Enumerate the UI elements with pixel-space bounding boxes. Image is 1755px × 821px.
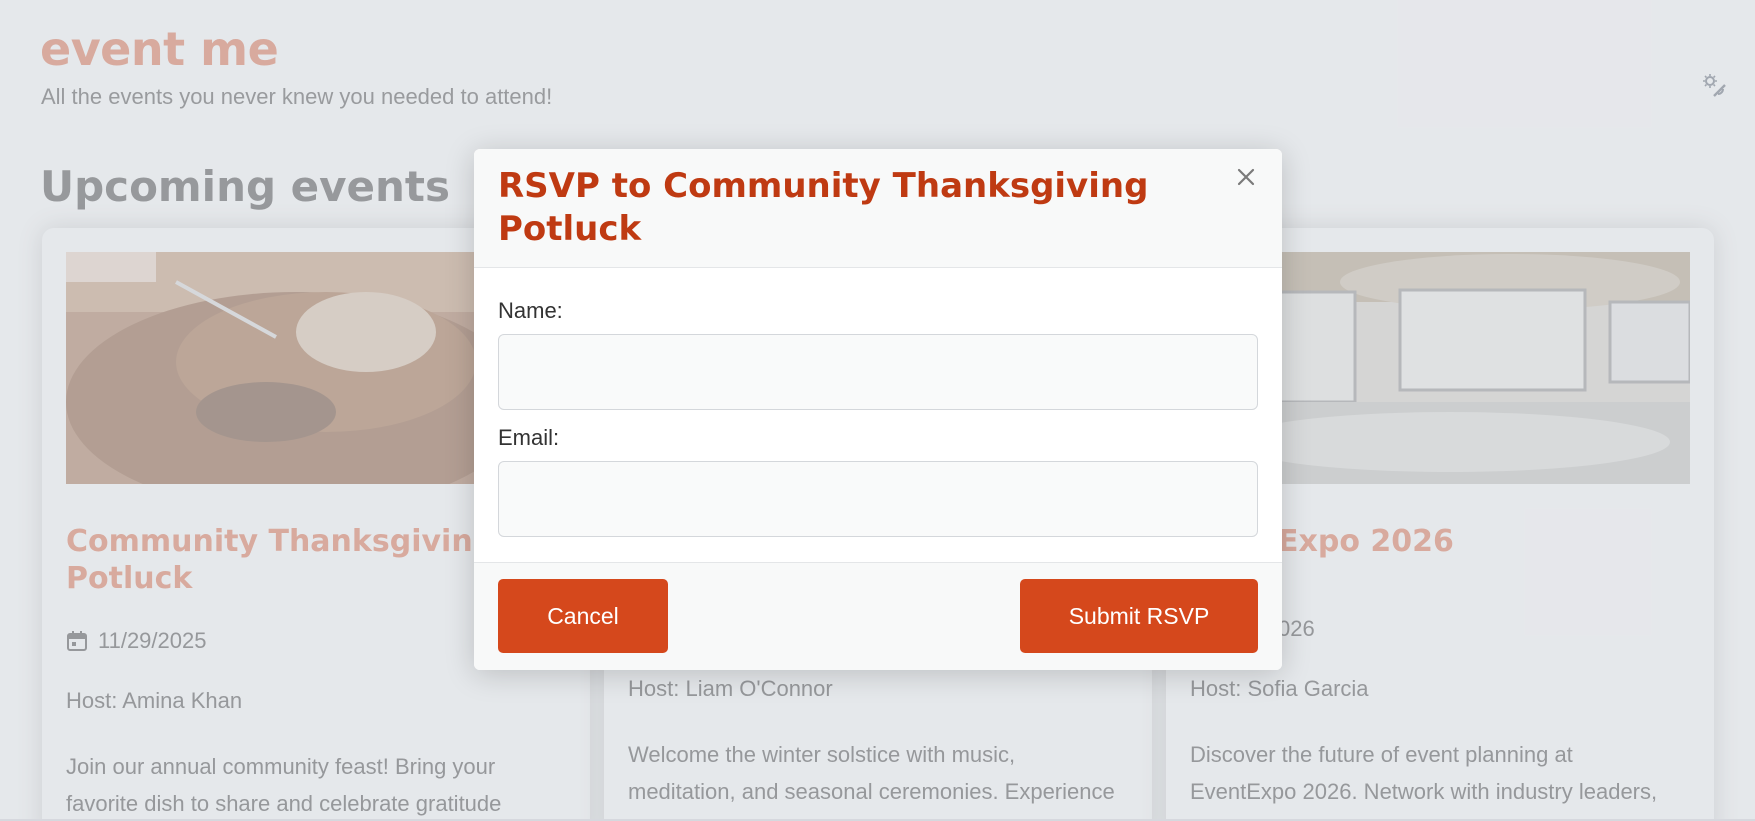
close-icon: [1237, 168, 1255, 186]
modal-footer: Cancel Submit RSVP: [474, 562, 1282, 670]
email-input[interactable]: [498, 461, 1258, 537]
cancel-button[interactable]: Cancel: [498, 579, 668, 653]
submit-rsvp-button[interactable]: Submit RSVP: [1020, 579, 1258, 653]
close-button[interactable]: [1232, 163, 1260, 191]
page: event me All the events you never knew y…: [0, 0, 1755, 821]
email-label: Email:: [498, 425, 560, 450]
name-input[interactable]: [498, 334, 1258, 410]
modal-header: RSVP to Community Thanksgiving Potluck: [474, 149, 1282, 268]
name-label: Name:: [498, 298, 563, 323]
modal-title: RSVP to Community Thanksgiving Potluck: [498, 166, 1149, 249]
rsvp-modal: RSVP to Community Thanksgiving Potluck N…: [474, 149, 1282, 670]
